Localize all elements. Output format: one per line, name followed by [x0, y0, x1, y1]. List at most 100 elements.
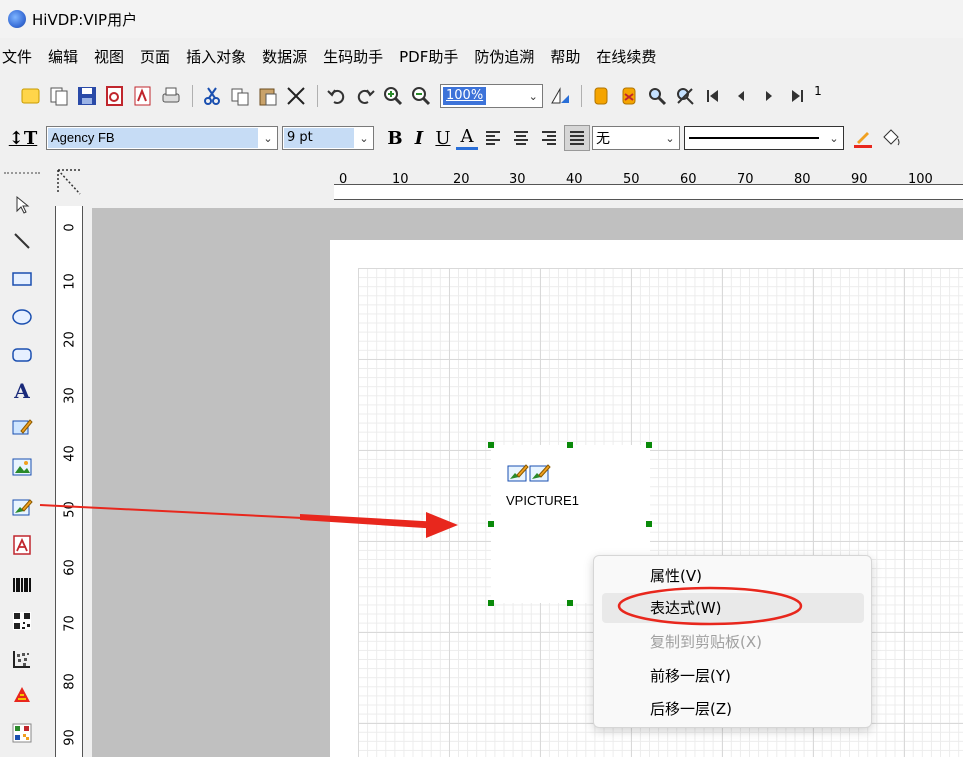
prev-page-icon[interactable]: [728, 83, 754, 109]
pdf-export-icon[interactable]: [130, 83, 156, 109]
delete-icon[interactable]: [283, 83, 309, 109]
qrcode-icon[interactable]: [9, 608, 35, 634]
resize-handle[interactable]: [567, 600, 573, 606]
ruler-label: 80: [794, 172, 811, 187]
underline-button[interactable]: U: [432, 128, 454, 149]
last-page-icon[interactable]: [784, 83, 810, 109]
menu-code-assistant[interactable]: 生码助手: [315, 46, 391, 67]
context-menu-properties[interactable]: 属性(V): [602, 561, 864, 591]
font-size-select[interactable]: 9 pt ⌄: [282, 126, 374, 150]
edit-text-icon[interactable]: [9, 414, 35, 440]
resize-handle[interactable]: [488, 521, 494, 527]
tool-palette: A: [0, 164, 46, 757]
menu-datasource[interactable]: 数据源: [254, 46, 315, 67]
align-icon[interactable]: [547, 83, 573, 109]
pdf-object-icon[interactable]: [9, 532, 35, 558]
copy-icon[interactable]: [227, 83, 253, 109]
ruler-label: 10: [392, 172, 409, 187]
context-menu: 属性(V) 表达式(W) 复制到剪贴板(X) 前移一层(Y) 后移一层(Z): [593, 555, 872, 728]
text-icon[interactable]: A: [9, 378, 35, 404]
barcode-icon[interactable]: [9, 572, 35, 598]
database-icon[interactable]: [588, 83, 614, 109]
zoom-in-icon[interactable]: [380, 83, 406, 109]
redo-icon[interactable]: [352, 83, 378, 109]
context-menu-copy-to-clipboard: 复制到剪贴板(X): [650, 633, 762, 651]
align-left-icon[interactable]: [480, 125, 506, 151]
context-menu-send-backward[interactable]: 后移一层(Z): [602, 694, 864, 724]
ruler-label: 100: [908, 172, 933, 187]
chevron-down-icon[interactable]: ⌄: [825, 127, 843, 149]
chevron-down-icon[interactable]: ⌄: [355, 127, 373, 149]
undo-icon[interactable]: [324, 83, 350, 109]
line-color-icon[interactable]: [850, 125, 876, 151]
pointer-icon[interactable]: [9, 192, 35, 218]
text-size-icon[interactable]: ↕T: [9, 125, 37, 151]
resize-handle[interactable]: [646, 442, 652, 448]
new-icon[interactable]: [18, 83, 44, 109]
database-bind-icon[interactable]: [616, 83, 642, 109]
resize-handle[interactable]: [488, 600, 494, 606]
justify-icon[interactable]: [564, 125, 590, 151]
cut-icon[interactable]: [199, 83, 225, 109]
first-page-icon[interactable]: [700, 83, 726, 109]
ruler-label: 0: [62, 223, 78, 232]
image-icon[interactable]: [9, 454, 35, 480]
menu-file[interactable]: 文件: [0, 46, 40, 67]
context-menu-expression[interactable]: 表达式(W): [602, 593, 864, 623]
chevron-down-icon[interactable]: ⌄: [259, 127, 277, 149]
menu-pdf-assistant[interactable]: PDF助手: [391, 46, 466, 67]
print-icon[interactable]: [158, 83, 184, 109]
anti-counterfeit-icon[interactable]: [9, 682, 35, 708]
rectangle-icon[interactable]: [9, 266, 35, 292]
save-icon[interactable]: [74, 83, 100, 109]
variable-image-icon[interactable]: [9, 494, 35, 520]
main-toolbar: 100% ⌄ 1: [0, 76, 963, 116]
ruler-label: 70: [62, 615, 78, 632]
align-center-icon[interactable]: [508, 125, 534, 151]
resize-handle[interactable]: [488, 442, 494, 448]
paste-icon[interactable]: [255, 83, 281, 109]
line-icon[interactable]: [9, 228, 35, 254]
color-qr-icon[interactable]: [9, 720, 35, 746]
align-right-icon[interactable]: [536, 125, 562, 151]
next-page-icon[interactable]: [756, 83, 782, 109]
resize-handle[interactable]: [646, 521, 652, 527]
preview-icon[interactable]: [644, 83, 670, 109]
preview-all-icon[interactable]: [672, 83, 698, 109]
ruler-origin[interactable]: [50, 164, 92, 204]
border-style-select[interactable]: 无 ⌄: [592, 126, 680, 150]
ruler-label: 80: [62, 673, 78, 690]
ruler-label: 90: [851, 172, 868, 187]
context-menu-bring-forward[interactable]: 前移一层(Y): [602, 661, 864, 691]
title-bar: HiVDP:VIP用户: [0, 0, 963, 38]
menu-page[interactable]: 页面: [132, 46, 178, 67]
fill-color-icon[interactable]: [878, 125, 904, 151]
menu-edit[interactable]: 编辑: [40, 46, 86, 67]
menu-insert-object[interactable]: 插入对象: [178, 46, 254, 67]
font-size-value: 9 pt: [284, 128, 354, 148]
datamatrix-icon[interactable]: [9, 646, 35, 672]
horizontal-ruler: 0 10 20 30 40 50 60 70 80 90 100: [96, 164, 963, 204]
line-style-select[interactable]: ⌄: [684, 126, 844, 150]
open-icon[interactable]: [46, 83, 72, 109]
bold-button[interactable]: B: [384, 128, 406, 149]
rounded-rect-icon[interactable]: [9, 342, 35, 368]
ruler-strip: [334, 184, 963, 200]
zoom-select[interactable]: 100% ⌄: [440, 84, 544, 108]
element-name: VPICTURE1: [506, 493, 579, 508]
menu-anti-counterfeit[interactable]: 防伪追溯: [466, 46, 542, 67]
menu-view[interactable]: 视图: [86, 46, 132, 67]
ruler-label: 30: [62, 387, 78, 404]
font-color-button[interactable]: A: [456, 126, 478, 150]
chevron-down-icon[interactable]: ⌄: [661, 127, 679, 149]
palette-grip[interactable]: [4, 172, 40, 174]
resize-handle[interactable]: [567, 442, 573, 448]
font-name-select[interactable]: Agency FB ⌄: [46, 126, 278, 150]
menu-help[interactable]: 帮助: [542, 46, 588, 67]
italic-button[interactable]: I: [408, 128, 430, 149]
pdf-icon[interactable]: [102, 83, 128, 109]
chevron-down-icon[interactable]: ⌄: [524, 85, 542, 107]
zoom-out-icon[interactable]: [408, 83, 434, 109]
ellipse-icon[interactable]: [9, 304, 35, 330]
menu-renew[interactable]: 在线续费: [588, 46, 664, 67]
